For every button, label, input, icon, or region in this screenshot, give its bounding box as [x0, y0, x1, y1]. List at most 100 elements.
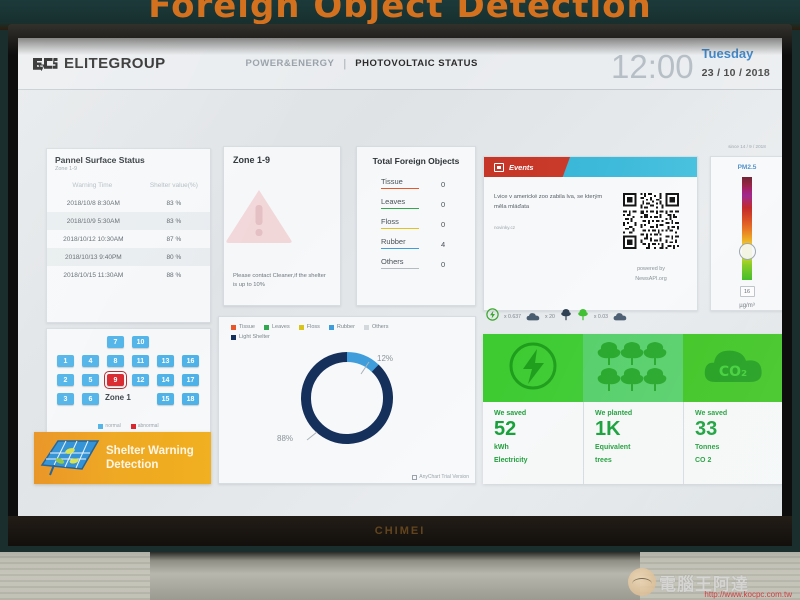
legend-swatch-floss — [298, 324, 304, 330]
donut-label-rubber: 12% — [377, 354, 394, 363]
eco-card-co2[interactable]: CO₂ We saved 33 Tonnes CO 2 — [683, 334, 782, 484]
legend-label-tissue: Tissue — [239, 324, 255, 330]
legend-item-tissue[interactable]: Tissue — [231, 324, 255, 330]
events-powered-block: powered by NewsAPI.org — [615, 264, 687, 285]
legend-label-abnormal: abnormal — [137, 423, 159, 429]
co2-icon: CO₂ — [702, 344, 764, 393]
zone-cell[interactable]: 1 — [57, 355, 74, 367]
list-item[interactable]: Floss 0 — [357, 213, 475, 233]
cell-shelter-value: 83 % — [166, 199, 182, 207]
legend-item-floss[interactable]: Floss — [298, 324, 320, 330]
eco-text-trees: We planted 1K Equivalent trees — [583, 402, 683, 484]
table-row[interactable]: 2018/10/13 9:40PM 80 % — [47, 248, 210, 266]
cell-shelter-value: 83 % — [166, 217, 182, 225]
list-item[interactable]: Rubber 4 — [357, 233, 475, 253]
table-row[interactable]: 2018/10/8 8:30AM 83 % — [47, 194, 210, 212]
legend-swatch-abnormal — [130, 423, 136, 429]
eco-caption: We planted — [595, 410, 633, 417]
zone-label: Zone 1 — [105, 393, 131, 402]
legend-label-rubber: Rubber — [336, 324, 355, 330]
zone-cell[interactable]: 15 — [157, 393, 174, 405]
donut-chart: 12% 88% — [219, 340, 475, 455]
foreign-object-name: Floss — [381, 217, 419, 229]
table-row[interactable]: 2018/10/9 5:30AM 83 % — [47, 212, 210, 230]
brand-name: ELITEGROUP — [64, 55, 166, 72]
list-item[interactable]: Tissue 0 — [357, 173, 475, 193]
conversion-factor-electricity: x 0.637 — [504, 314, 522, 320]
banner-line2: Detection — [106, 459, 159, 471]
list-item[interactable]: Others 0 — [357, 253, 475, 273]
column-header-warning-time: Warning Time — [72, 182, 113, 189]
zone-cell[interactable]: 16 — [182, 355, 199, 367]
zone-cell[interactable]: 5 — [82, 374, 99, 386]
eco-card-electricity[interactable]: We saved 52 kWh Electricity — [483, 334, 583, 484]
zone-cell[interactable]: 8 — [107, 355, 124, 367]
legend-swatch-normal — [98, 423, 104, 429]
qr-code-icon[interactable] — [623, 193, 679, 253]
events-headline[interactable]: Lvice v americké zoo zabila lva, se kter… — [494, 193, 615, 212]
eco-card-trees[interactable]: We planted 1K Equivalent trees — [583, 334, 683, 484]
eco-icon-wrap-trees — [583, 334, 683, 402]
events-label: Events — [509, 162, 534, 172]
zone-1-9-note: Please contact Cleaner,if the shelter is… — [233, 273, 326, 288]
clock-date-block: Tuesday 23 / 10 / 2018 — [702, 45, 770, 83]
foreign-object-count: 0 — [441, 220, 446, 229]
eco-unit-line1: kWh — [494, 444, 509, 451]
zone-cell[interactable]: 14 — [157, 374, 174, 386]
donut-label-light-shelter: 88% — [277, 434, 294, 443]
eco-number: 1K — [595, 418, 621, 440]
panel-surface-status-card: Pannel Surface Status Zone 1-9 Warning T… — [46, 148, 211, 323]
zone-cell[interactable]: 18 — [182, 393, 199, 405]
nav-item-photovoltaic-status[interactable]: PHOTOVOLTAIC STATUS — [355, 58, 478, 69]
nav-item-power-energy[interactable]: POWER&ENERGY — [246, 58, 335, 69]
tree-green-icon — [577, 308, 589, 326]
eco-unit-line1: Tonnes — [695, 444, 720, 451]
pm25-knob[interactable] — [738, 243, 756, 260]
pm25-gradient-bar — [742, 177, 752, 280]
zone-cell[interactable]: 6 — [82, 393, 99, 405]
foreign-object-name: Tissue — [381, 177, 419, 189]
cell-shelter-value: 87 % — [166, 235, 182, 243]
legend-swatch-others — [363, 324, 369, 330]
zone-cell-abnormal[interactable]: 9 — [104, 371, 127, 389]
zone-cell[interactable]: 7 — [107, 336, 124, 348]
zone-cell[interactable]: 3 — [57, 393, 74, 405]
pm25-since-label: since 14 / 9 / 2018 — [728, 144, 766, 149]
list-item[interactable]: Leaves 0 — [357, 193, 475, 213]
table-row[interactable]: 2018/10/12 10:30AM 87 % — [47, 230, 210, 248]
zone-grid: 7 10 1 4 8 11 13 16 2 5 9 12 14 17 3 6 Z… — [47, 329, 210, 411]
eco-unit-line2: trees — [595, 456, 612, 464]
zone-cell[interactable]: 10 — [132, 336, 149, 348]
site-watermark: 電腦王阿達 http://www.kocpc.com.tw — [628, 566, 796, 599]
panel-surface-title: Pannel Surface Status — [55, 155, 145, 165]
zone-cell[interactable]: 11 — [132, 355, 149, 367]
clock: 12:00 Tuesday 23 / 10 / 2018 — [611, 45, 770, 83]
main-nav: POWER&ENERGY | PHOTOVOLTAIC STATUS — [246, 58, 478, 70]
window-blind-left — [0, 552, 150, 600]
monitor-chin: CHIMEI — [8, 516, 792, 546]
eco-icon-wrap-co2: CO₂ — [683, 334, 782, 402]
zone-cell[interactable]: 13 — [157, 355, 174, 367]
table-header-row: Warning Time Shelter value(%) — [47, 177, 210, 194]
panel-surface-header: Pannel Surface Status Zone 1-9 — [47, 149, 210, 174]
anychart-watermark: AnyChart Trial Version — [412, 474, 469, 480]
legend-item-normal: normal — [98, 423, 121, 429]
ecs-logo-icon — [32, 56, 58, 71]
zone-cell[interactable]: 4 — [82, 355, 99, 367]
zone-cell[interactable]: 2 — [57, 374, 74, 386]
zone-cell[interactable]: 17 — [182, 374, 199, 386]
legend-item-leaves[interactable]: Leaves — [264, 324, 290, 330]
banner-line1: Shelter Warning — [106, 444, 194, 457]
total-foreign-objects-card: Total Foreign Objects Tissue 0 Leaves 0 … — [356, 146, 476, 306]
donut-legend: Tissue Leaves Floss Rubber Others Light … — [219, 317, 475, 340]
tree-dark-icon — [560, 308, 572, 326]
shelter-warning-banner[interactable]: Shelter Warning Detection — [34, 432, 211, 484]
table-row[interactable]: 2018/10/15 11:30AM 88 % — [47, 266, 210, 284]
events-right-block: powered by NewsAPI.org — [615, 193, 687, 285]
zone-cell[interactable]: 12 — [132, 374, 149, 386]
pm25-gauge[interactable] — [738, 177, 756, 280]
clock-time: 12:00 — [610, 48, 694, 86]
solar-panel-icon — [40, 435, 100, 482]
legend-item-others[interactable]: Others — [363, 324, 388, 330]
legend-item-rubber[interactable]: Rubber — [328, 324, 355, 330]
